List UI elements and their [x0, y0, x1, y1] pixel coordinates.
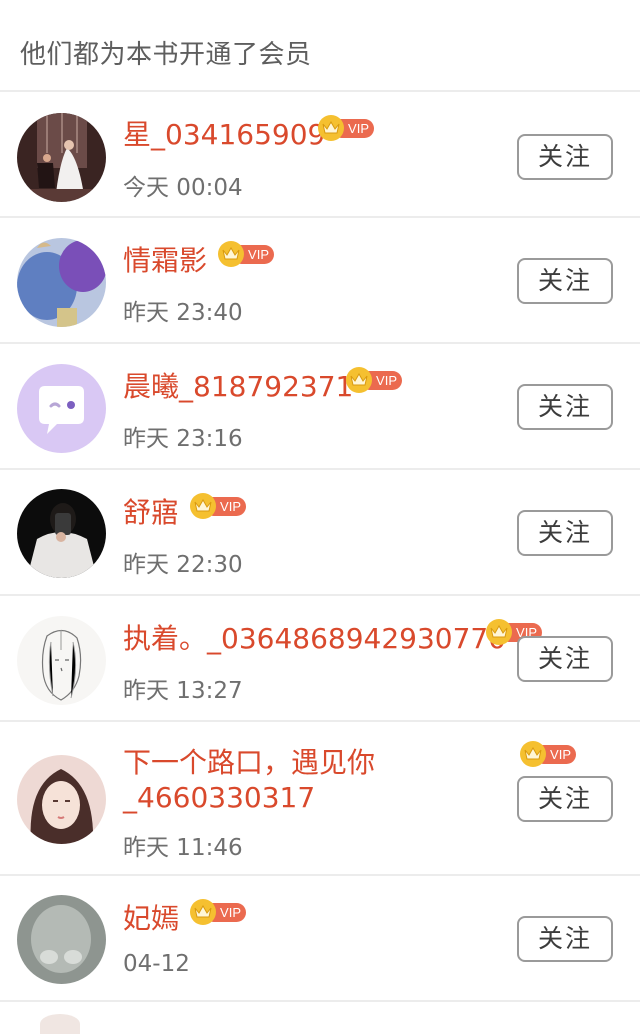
follow-button[interactable]: 关注: [517, 916, 613, 962]
timestamp: 今天 00:04: [123, 175, 243, 201]
follow-button[interactable]: 关注: [517, 510, 613, 556]
list-item[interactable]: 星_034165909 VIP 今天 00:04 关注: [0, 94, 640, 218]
vip-badge: VIP: [218, 241, 276, 267]
list-item[interactable]: 晨曦_818792371 VIP 昨天 23:16 关注: [0, 346, 640, 470]
follow-button[interactable]: 关注: [517, 636, 613, 682]
follow-button[interactable]: 关注: [517, 134, 613, 180]
username[interactable]: 执着。_0364868942930770: [123, 620, 506, 658]
timestamp: 昨天 11:46: [123, 835, 243, 861]
timestamp: 昨天 22:30: [123, 552, 243, 578]
list-item[interactable]: 妃嫣 VIP 04-12 关注: [0, 878, 640, 1002]
crown-icon: [346, 367, 372, 393]
crown-icon: [218, 241, 244, 267]
list-item[interactable]: 情霜影 VIP 昨天 23:40 关注: [0, 220, 640, 344]
timestamp: 昨天 13:27: [123, 678, 243, 704]
crown-icon: [190, 899, 216, 925]
avatar[interactable]: [17, 616, 106, 705]
timestamp: 昨天 23:40: [123, 300, 243, 326]
avatar[interactable]: [17, 113, 106, 202]
follow-button[interactable]: 关注: [517, 384, 613, 430]
vip-badge: VIP: [190, 899, 248, 925]
list-item[interactable]: 舒寤 VIP 昨天 22:30 关注: [0, 472, 640, 596]
timestamp: 昨天 23:16: [123, 426, 243, 452]
crown-icon: [190, 493, 216, 519]
avatar[interactable]: [17, 364, 106, 453]
username-line-2[interactable]: _4660330317: [123, 779, 315, 817]
username[interactable]: 情霜影: [123, 242, 207, 280]
crown-icon: [520, 741, 546, 767]
follow-button[interactable]: 关注: [517, 776, 613, 822]
list-item[interactable]: 下一个路口，遇见你 _4660330317 VIP 昨天 11:46 关注: [0, 724, 640, 876]
username[interactable]: 舒寤: [123, 494, 179, 532]
crown-icon: [318, 115, 344, 141]
vip-badge: VIP: [346, 367, 404, 393]
page-title: 他们都为本书开通了会员: [20, 40, 312, 70]
follow-button[interactable]: 关注: [517, 258, 613, 304]
avatar[interactable]: [17, 238, 106, 327]
timestamp: 04-12: [123, 951, 190, 977]
username-line-1[interactable]: 下一个路口，遇见你: [123, 744, 375, 782]
avatar[interactable]: [17, 489, 106, 578]
avatar[interactable]: [17, 895, 106, 984]
username[interactable]: 妃嫣: [123, 900, 179, 938]
vip-badge: VIP: [190, 493, 248, 519]
vip-badge: VIP: [318, 115, 376, 141]
username[interactable]: 星_034165909: [123, 116, 325, 154]
avatar[interactable]: [17, 755, 106, 844]
next-avatar-partial: [40, 1014, 80, 1034]
list-item[interactable]: 执着。_0364868942930770 VIP 昨天 13:27 关注: [0, 598, 640, 722]
username[interactable]: 晨曦_818792371: [123, 368, 353, 406]
crown-icon: [486, 619, 512, 645]
page-header: 他们都为本书开通了会员: [0, 0, 640, 92]
vip-badge: VIP: [520, 741, 578, 767]
